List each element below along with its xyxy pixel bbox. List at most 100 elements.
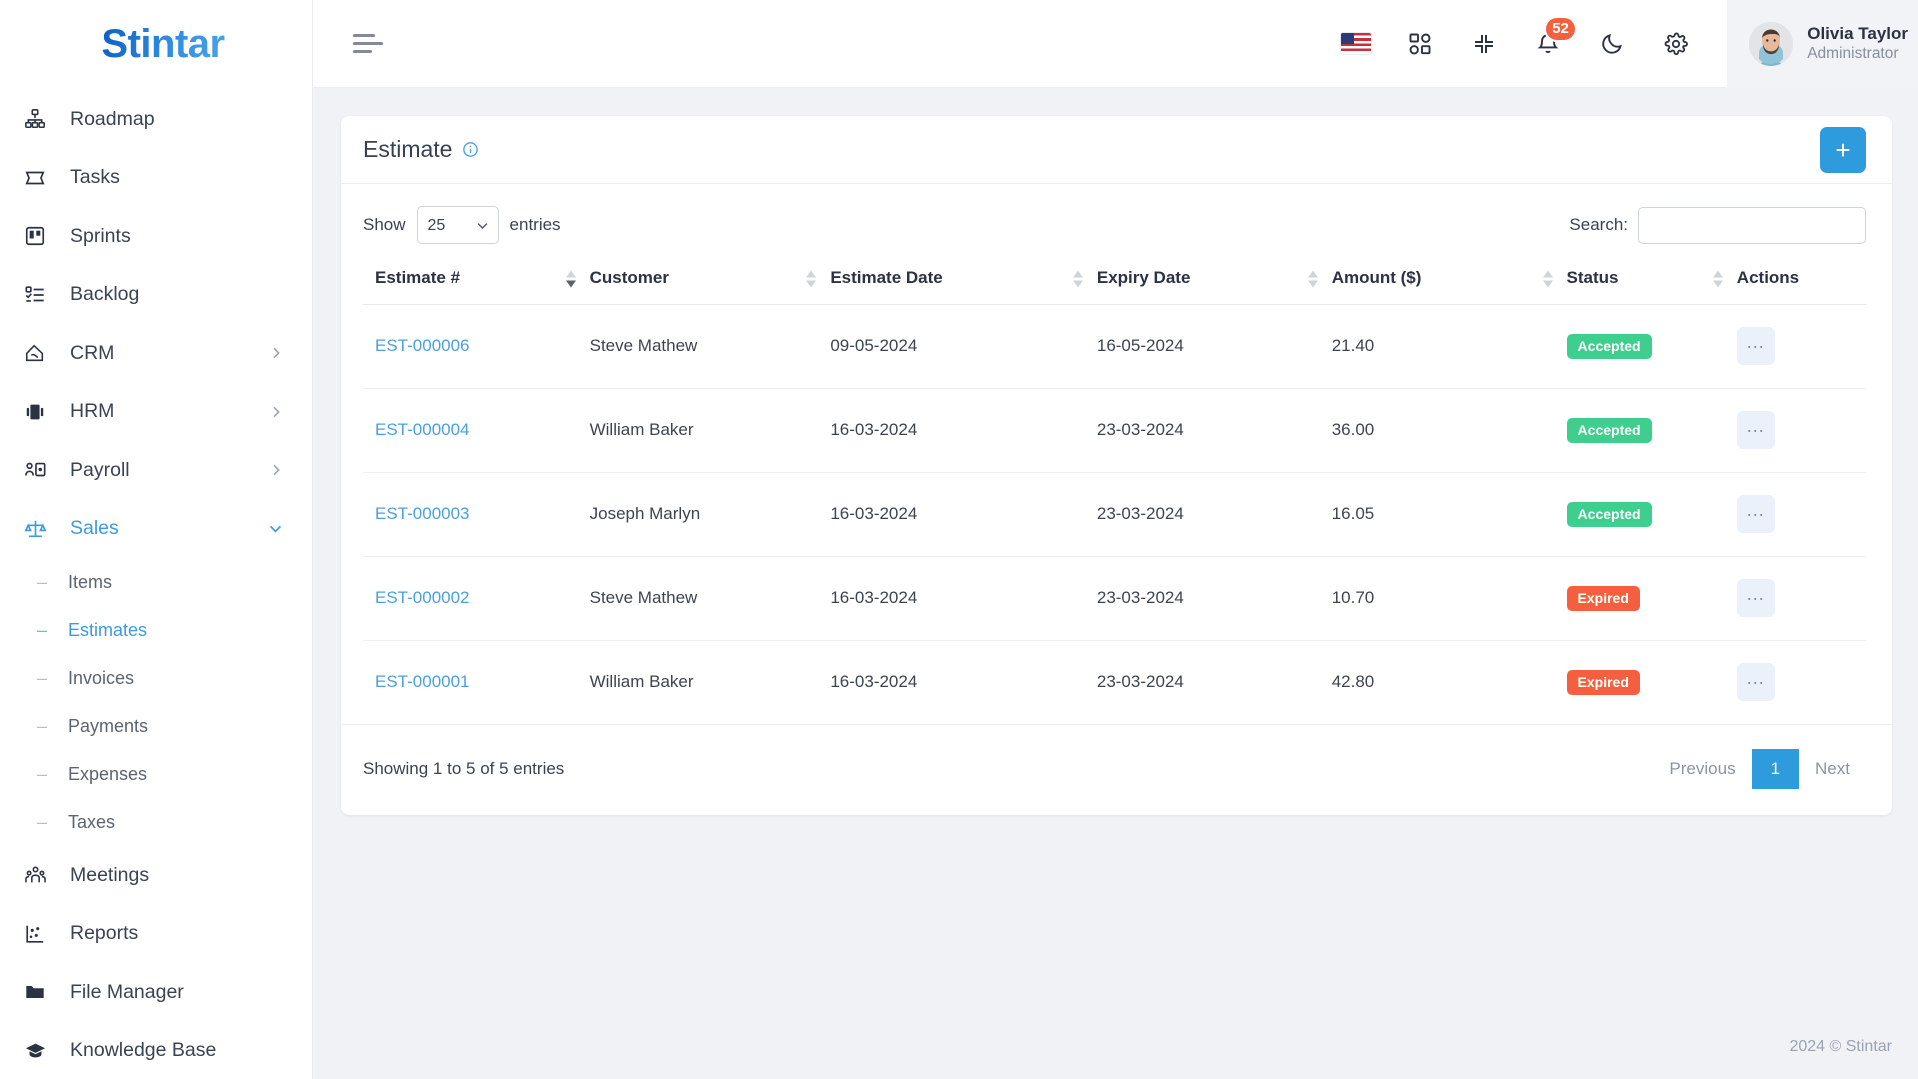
notification-badge: 52 — [1544, 15, 1577, 42]
column-header-estimate-number[interactable]: Estimate # — [363, 254, 590, 305]
hamburger-icon[interactable] — [353, 29, 389, 59]
language-selector[interactable] — [1339, 27, 1373, 61]
sidebar-subitem-estimates[interactable]: – Estimates — [0, 606, 312, 654]
dash-icon: – — [36, 668, 47, 688]
estimate-link[interactable]: EST-000004 — [375, 420, 470, 439]
copyright-text: 2024 © Stintar — [1789, 1038, 1892, 1055]
moon-icon[interactable] — [1595, 27, 1629, 61]
cell-actions: ... — [1736, 388, 1866, 473]
sidebar-item-tasks[interactable]: Tasks — [0, 149, 312, 208]
cell-status: Expired — [1566, 641, 1737, 725]
sidebar-item-roadmap[interactable]: Roadmap — [0, 90, 312, 149]
table-row: EST-000003 Joseph Marlyn 16-03-2024 23-0… — [363, 472, 1866, 557]
sidebar-item-reports[interactable]: Reports — [0, 905, 312, 964]
column-header-status[interactable]: Status — [1566, 254, 1737, 305]
cell-expiry-date: 16-05-2024 — [1096, 304, 1332, 389]
profile-name: Olivia Taylor — [1807, 23, 1908, 43]
sort-arrows-icon — [1712, 270, 1723, 288]
sidebar-subitem-label: Items — [68, 571, 113, 592]
ticket-icon — [24, 165, 54, 191]
row-actions-button[interactable]: ... — [1736, 327, 1775, 365]
table-wrap: Estimate # Customer Estimate Date Expiry… — [341, 254, 1892, 724]
sidebar-subitem-items[interactable]: – Items — [0, 558, 312, 606]
table-row: EST-000004 William Baker 16-03-2024 23-0… — [363, 388, 1866, 473]
cell-status: Accepted — [1566, 388, 1737, 473]
add-estimate-button[interactable]: + — [1820, 126, 1866, 173]
estimate-link[interactable]: EST-000003 — [375, 504, 470, 523]
cell-amount: 10.70 — [1331, 556, 1567, 641]
show-entries-control: Show 10 25 50 100 ent — [363, 206, 561, 244]
sidebar-item-payroll[interactable]: Payroll — [0, 441, 312, 500]
graduation-cap-icon — [24, 1038, 54, 1064]
column-header-expiry-date[interactable]: Expiry Date — [1096, 254, 1332, 305]
sidebar-item-sprints[interactable]: Sprints — [0, 207, 312, 266]
column-label: Estimate # — [375, 268, 461, 287]
sidebar-item-backlog[interactable]: Backlog — [0, 266, 312, 325]
info-icon[interactable] — [462, 141, 479, 158]
sidebar-item-label: Payroll — [70, 458, 130, 481]
column-label: Customer — [589, 268, 669, 287]
column-header-customer[interactable]: Customer — [589, 254, 831, 305]
app-root: Stintar Roadmap Tasks Sprints Backlog CR… — [0, 0, 1918, 1079]
cell-expiry-date: 23-03-2024 — [1096, 556, 1332, 641]
user-profile-menu[interactable]: Olivia Taylor Administrator — [1727, 0, 1918, 88]
search-input[interactable] — [1638, 206, 1866, 244]
cell-customer: William Baker — [589, 672, 694, 691]
pagination: Previous 1 Next — [1653, 749, 1866, 789]
page-title-wrap: Estimate — [363, 136, 479, 163]
sidebar-item-hrm[interactable]: HRM — [0, 383, 312, 442]
sidebar-item-file-manager[interactable]: File Manager — [0, 963, 312, 1022]
pagination-next[interactable]: Next — [1799, 749, 1866, 789]
cell-status: Accepted — [1566, 304, 1737, 389]
cell-expiry-date: 23-03-2024 — [1096, 472, 1332, 557]
cell-actions: ... — [1736, 556, 1866, 641]
entries-info: Showing 1 to 5 of 5 entries — [363, 759, 565, 778]
sidebar-subitem-taxes[interactable]: – Taxes — [0, 798, 312, 846]
sidebar-item-label: Roadmap — [70, 107, 155, 130]
cell-expiry-date: 23-03-2024 — [1096, 388, 1332, 473]
row-actions-button[interactable]: ... — [1736, 495, 1775, 533]
row-actions-button[interactable]: ... — [1736, 411, 1775, 449]
estimate-link[interactable]: EST-000006 — [375, 336, 470, 355]
sidebar-item-sales[interactable]: Sales — [0, 500, 312, 559]
column-label: Status — [1566, 268, 1619, 287]
cell-estimate-number: EST-000001 — [363, 641, 590, 725]
cell-estimate-date: 16-03-2024 — [830, 472, 1097, 557]
sidebar-item-crm[interactable]: CRM — [0, 324, 312, 383]
compress-icon[interactable] — [1467, 27, 1501, 61]
dash-icon: – — [36, 716, 47, 736]
sidebar-subitem-invoices[interactable]: – Invoices — [0, 654, 312, 702]
column-label: Amount ($) — [1331, 268, 1422, 287]
people-icon — [24, 862, 54, 888]
column-header-estimate-date[interactable]: Estimate Date — [830, 254, 1097, 305]
row-actions-button[interactable]: ... — [1736, 663, 1775, 701]
estimate-link[interactable]: EST-000001 — [375, 672, 470, 691]
sidebar-item-label: Knowledge Base — [70, 1039, 217, 1062]
chevron-down-icon — [267, 520, 284, 537]
card-header: Estimate + — [341, 116, 1892, 184]
sidebar-subitem-expenses[interactable]: – Expenses — [0, 750, 312, 798]
sidebar-item-label: Reports — [70, 922, 139, 945]
sidebar-subitem-payments[interactable]: – Payments — [0, 702, 312, 750]
cell-amount: 21.40 — [1331, 304, 1567, 389]
avatar-image — [1749, 21, 1794, 66]
sort-arrows-icon — [1307, 270, 1318, 288]
estimate-link[interactable]: EST-000002 — [375, 588, 470, 607]
column-header-amount[interactable]: Amount ($) — [1331, 254, 1567, 305]
cell-amount: 16.05 — [1331, 472, 1567, 557]
sidebar-item-knowledge-base[interactable]: Knowledge Base — [0, 1022, 312, 1079]
page-length-select[interactable]: 10 25 50 100 — [416, 206, 499, 244]
brand-logo[interactable]: Stintar — [0, 0, 312, 88]
sidebar-item-meetings[interactable]: Meetings — [0, 846, 312, 905]
sidebar-subitem-label: Estimates — [68, 619, 148, 640]
row-actions-button[interactable]: ... — [1736, 579, 1775, 617]
sidebar-subitem-label: Expenses — [68, 763, 148, 784]
sort-arrows-icon — [1072, 270, 1083, 288]
pagination-previous[interactable]: Previous — [1653, 749, 1751, 789]
bell-icon[interactable]: 52 — [1531, 15, 1577, 61]
column-label: Expiry Date — [1096, 268, 1191, 287]
apps-grid-icon[interactable] — [1403, 27, 1437, 61]
gear-icon[interactable] — [1659, 27, 1693, 61]
pagination-page-1[interactable]: 1 — [1751, 749, 1800, 789]
cell-customer: William Baker — [589, 388, 831, 473]
